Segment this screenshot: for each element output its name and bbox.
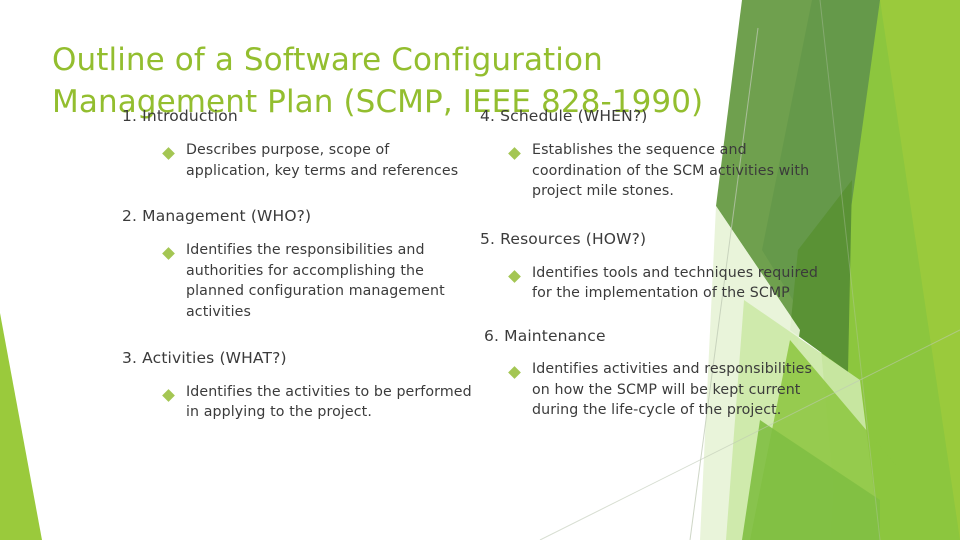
bullet-item: Identifies activities and responsibiliti… xyxy=(480,359,830,421)
left-green-wedge xyxy=(0,313,42,540)
diamond-bullet-icon xyxy=(162,147,175,160)
slide-title-line-1: Outline of a Software Configuration xyxy=(52,41,603,78)
bullet-text: Identifies the responsibilities and auth… xyxy=(186,242,445,320)
bullet-item: Identifies the activities to be performe… xyxy=(122,382,472,423)
section-heading: 6. Maintenance xyxy=(484,326,606,345)
section-heading: 2. Management (WHO?) xyxy=(122,207,312,226)
section-maintenance: 6. Maintenance Identifies activities and… xyxy=(480,325,830,421)
bullet-item: Identifies the responsibilities and auth… xyxy=(122,240,472,322)
right-content-column: 4. Schedule (WHEN?) Establishes the sequ… xyxy=(480,105,830,421)
mid-green-lower-left xyxy=(742,420,880,540)
bullet-item: Establishes the sequence and coordinatio… xyxy=(480,140,830,202)
section-heading: 3. Activities (WHAT?) xyxy=(122,348,287,367)
bullet-text: Identifies the activities to be performe… xyxy=(186,383,472,421)
diamond-bullet-icon xyxy=(508,147,521,160)
bullet-text: Establishes the sequence and coordinatio… xyxy=(532,142,810,200)
section-schedule: 4. Schedule (WHEN?) Establishes the sequ… xyxy=(480,105,830,202)
section-heading: 1. Introduction xyxy=(122,107,238,125)
bullet-text: Describes purpose, scope of application,… xyxy=(186,142,459,179)
right-bright-column xyxy=(830,0,960,540)
section-heading: 5. Resources (HOW?) xyxy=(480,229,647,248)
bullet-item: Describes purpose, scope of application,… xyxy=(122,140,472,181)
section-activities: 3. Activities (WHAT?) Identifies the act… xyxy=(122,347,472,423)
presentation-slide: Outline of a Software Configuration Mana… xyxy=(0,0,960,540)
section-introduction: 1. Introduction Describes purpose, scope… xyxy=(122,105,472,181)
diamond-bullet-icon xyxy=(508,269,521,283)
section-management: 2. Management (WHO?) Identifies the resp… xyxy=(122,205,472,322)
diamond-bullet-icon xyxy=(162,247,175,261)
diamond-bullet-icon xyxy=(162,388,175,402)
bullet-text: Identifies tools and techniques required… xyxy=(532,264,819,302)
left-content-column: 1. Introduction Describes purpose, scope… xyxy=(122,105,472,423)
bullet-item: Identifies tools and techniques required… xyxy=(480,263,830,304)
bullet-text: Identifies activities and responsibiliti… xyxy=(532,360,812,419)
section-heading: 4. Schedule (WHEN?) xyxy=(480,107,648,125)
section-resources: 5. Resources (HOW?) Identifies tools and… xyxy=(480,228,830,304)
diamond-bullet-icon xyxy=(508,366,521,379)
